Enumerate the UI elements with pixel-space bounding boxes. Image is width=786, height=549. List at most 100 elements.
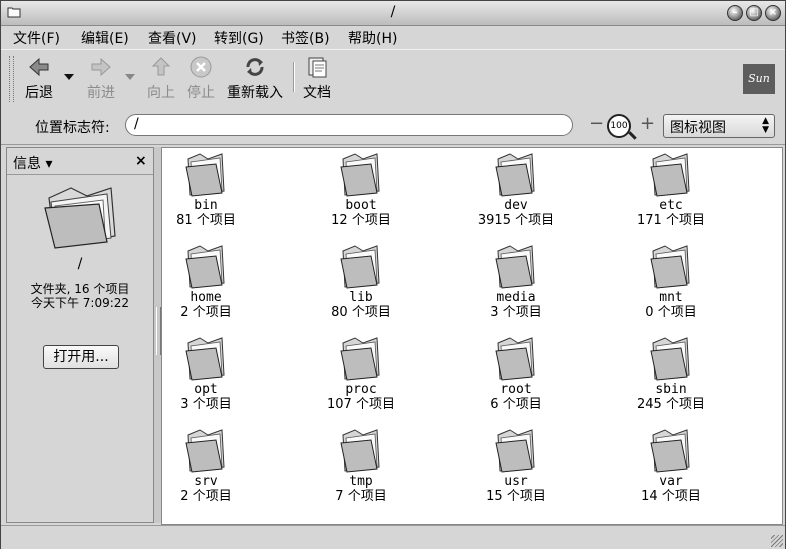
folder-name: tmp: [349, 474, 373, 489]
folder-name: var: [659, 474, 683, 489]
folder-icon: [185, 153, 225, 197]
large-folder-icon: [44, 187, 116, 249]
view-mode-value: 图标视图: [670, 120, 726, 136]
folder-item[interactable]: bin 81 个项目: [162, 151, 271, 229]
folder-item-count: 文件夹, 16 个项目: [30, 282, 130, 296]
select-arrows-icon: ▲ ▼: [762, 116, 769, 135]
folder-item[interactable]: sbin 245 个项目: [606, 335, 736, 413]
folder-count: 14 个项目: [641, 489, 701, 504]
folder-icon: [650, 245, 690, 289]
folder-item[interactable]: var 14 个项目: [606, 427, 736, 505]
folder-name: lib: [349, 290, 373, 305]
folder-item[interactable]: opt 3 个项目: [162, 335, 271, 413]
folder-item[interactable]: proc 107 个项目: [296, 335, 426, 413]
location-input[interactable]: /: [125, 114, 573, 136]
folder-icon: [495, 337, 535, 381]
folder-item[interactable]: root 6 个项目: [451, 335, 581, 413]
folder-item[interactable]: tmp 7 个项目: [296, 427, 426, 505]
folder-name: sbin: [655, 382, 687, 397]
folder-count: 7 个项目: [335, 489, 387, 504]
documents-button[interactable]: 文档: [301, 54, 333, 102]
back-history-dropdown-icon[interactable]: [64, 74, 74, 80]
up-label: 向上: [147, 85, 175, 101]
toolbar: 后退 前进 向上 停止 重新载入 文档 Sun: [1, 49, 785, 109]
zoom-in-icon[interactable]: +: [640, 115, 655, 133]
minimize-icon[interactable]: –: [727, 5, 743, 21]
folder-name: boot: [345, 198, 377, 213]
file-manager-window: / – □ × 文件(F) 编辑(E) 查看(V) 转到(G) 书签(B) 帮助…: [0, 0, 786, 549]
folder-name: bin: [194, 198, 218, 213]
folder-count: 0 个项目: [645, 305, 697, 320]
stop-button[interactable]: 停止: [184, 54, 218, 102]
folder-name: opt: [194, 382, 218, 397]
reload-button[interactable]: 重新载入: [223, 54, 287, 102]
folder-name: proc: [345, 382, 377, 397]
folder-name: home: [190, 290, 222, 305]
folder-icon: [340, 153, 380, 197]
menu-edit[interactable]: 编辑(E): [81, 28, 129, 48]
menu-go[interactable]: 转到(G): [214, 28, 264, 48]
forward-button[interactable]: 前进: [83, 54, 119, 102]
menu-view[interactable]: 查看(V): [148, 28, 197, 48]
folder-icon: [650, 337, 690, 381]
toolbar-separator: [293, 62, 295, 92]
folder-name: usr: [504, 474, 528, 489]
back-arrow-icon: [29, 57, 49, 77]
folder-item[interactable]: srv 2 个项目: [162, 427, 271, 505]
folder-count: 2 个项目: [180, 305, 232, 320]
selected-folder-name: /: [77, 256, 83, 272]
folder-item[interactable]: etc 171 个项目: [606, 151, 736, 229]
folder-item[interactable]: lib 80 个项目: [296, 243, 426, 321]
folder-item[interactable]: usr 15 个项目: [451, 427, 581, 505]
sidepane-close-icon[interactable]: ×: [135, 153, 147, 169]
folder-item[interactable]: dev 3915 个项目: [451, 151, 581, 229]
folder-icon: [185, 429, 225, 473]
folder-icon: [650, 153, 690, 197]
folder-icon: [185, 337, 225, 381]
folder-icon: [495, 429, 535, 473]
folder-icon: [650, 429, 690, 473]
stop-icon: [190, 56, 212, 78]
up-button[interactable]: 向上: [144, 54, 178, 102]
maximize-icon[interactable]: □: [746, 5, 762, 21]
folder-count: 2 个项目: [180, 489, 232, 504]
location-bar: 位置标志符: / − 100 + 图标视图 ▲ ▼: [1, 108, 785, 145]
folder-name: mnt: [659, 290, 683, 305]
folder-name: media: [496, 290, 536, 305]
open-with-button[interactable]: 打开用...: [43, 345, 119, 369]
folder-name: srv: [194, 474, 218, 489]
sidepane-header: 信息 ▾ ×: [7, 148, 153, 175]
resize-grip[interactable]: [771, 535, 783, 547]
sidepane-selector[interactable]: 信息 ▾: [13, 153, 52, 173]
folder-icon: [495, 245, 535, 289]
folder-count: 3915 个项目: [477, 213, 555, 228]
back-button[interactable]: 后退: [21, 54, 57, 102]
zoom-level-magnifier-icon[interactable]: 100: [607, 114, 631, 138]
folder-item[interactable]: home 2 个项目: [162, 243, 271, 321]
forward-history-dropdown-icon[interactable]: [125, 74, 135, 80]
folder-icon: [340, 429, 380, 473]
title-bar[interactable]: / – □ ×: [1, 1, 785, 26]
folder-icon: [495, 153, 535, 197]
view-mode-select[interactable]: 图标视图 ▲ ▼: [663, 114, 775, 138]
status-bar: [1, 525, 785, 549]
documents-label: 文档: [303, 85, 331, 101]
zoom-out-icon[interactable]: −: [589, 115, 604, 133]
forward-label: 前进: [87, 85, 115, 101]
menu-help[interactable]: 帮助(H): [348, 28, 397, 48]
menu-file[interactable]: 文件(F): [13, 28, 60, 48]
folder-item[interactable]: mnt 0 个项目: [606, 243, 736, 321]
pane-splitter[interactable]: [154, 147, 161, 523]
back-label: 后退: [25, 85, 53, 101]
folder-item[interactable]: boot 12 个项目: [296, 151, 426, 229]
folder-count: 12 个项目: [331, 213, 391, 228]
info-sidepane: 信息 ▾ × / 文件夹, 16 个项目 今天下午 7:09:22 打开用...: [6, 147, 154, 523]
toolbar-grip[interactable]: [9, 56, 14, 102]
close-icon[interactable]: ×: [765, 5, 781, 21]
menu-bookmarks[interactable]: 书签(B): [281, 28, 330, 48]
folder-count: 3 个项目: [180, 397, 232, 412]
reload-label: 重新载入: [227, 85, 283, 101]
up-arrow-icon: [151, 57, 171, 76]
stop-label: 停止: [187, 85, 215, 101]
folder-item[interactable]: media 3 个项目: [451, 243, 581, 321]
